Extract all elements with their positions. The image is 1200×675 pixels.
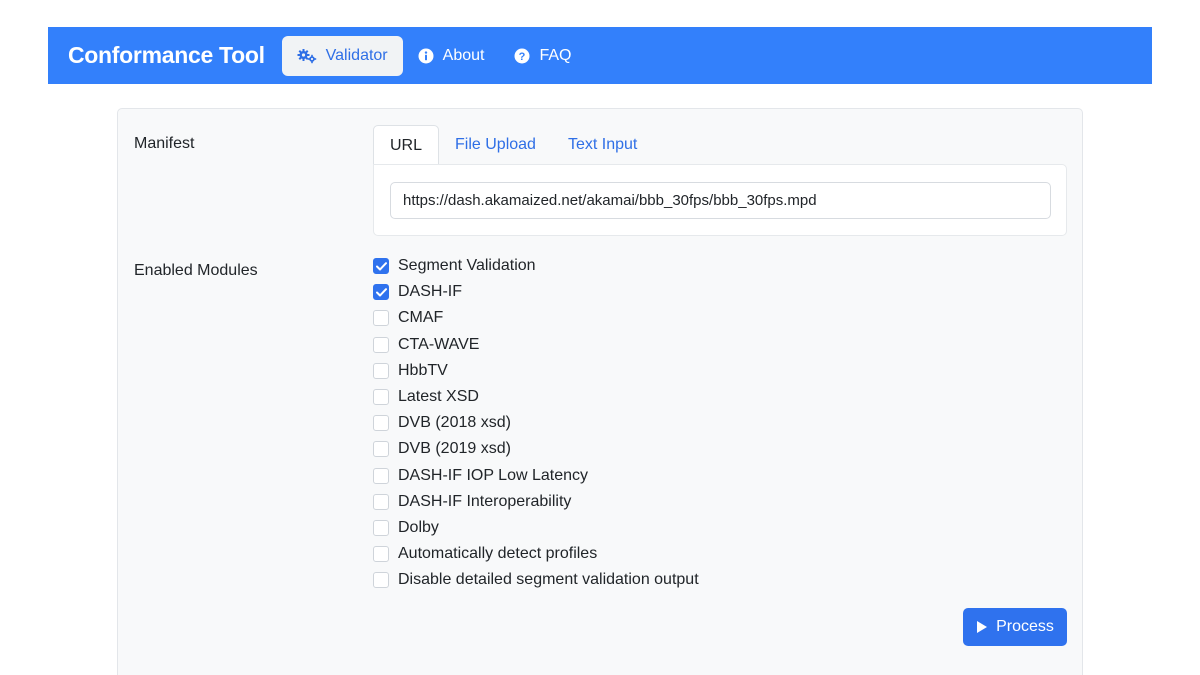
module-label: Latest XSD xyxy=(398,388,479,406)
enabled-modules-label: Enabled Modules xyxy=(134,262,258,279)
module-label: DASH-IF Interoperability xyxy=(398,492,572,510)
checkbox[interactable] xyxy=(373,519,389,536)
checkbox[interactable] xyxy=(373,389,389,406)
checkbox[interactable] xyxy=(373,415,389,432)
checkbox-checked[interactable] xyxy=(373,258,389,275)
checkbox[interactable] xyxy=(373,493,389,510)
checkbox-checked[interactable] xyxy=(373,284,389,301)
module-label: Disable detailed segment validation outp… xyxy=(398,571,699,589)
module-label: Segment Validation xyxy=(398,257,536,275)
module-item[interactable]: CTA-WAVE xyxy=(373,332,699,358)
tab-url[interactable]: URL xyxy=(373,125,440,165)
module-item[interactable]: DASH-IF xyxy=(373,279,699,305)
modules-checkbox-list: Segment Validation DASH-IF CMAF CTA-WAVE Hbb… xyxy=(373,253,699,593)
module-label: Automatically detect profiles xyxy=(398,545,598,563)
validator-form-card: Manifest URL File Upload Text Input Enab… xyxy=(117,108,1083,675)
gears-icon xyxy=(297,48,317,64)
module-item[interactable]: Latest XSD xyxy=(373,384,699,410)
process-button-label: Process xyxy=(996,618,1054,635)
module-label: DVB (2018 xsd) xyxy=(398,414,511,432)
play-icon xyxy=(976,620,988,634)
nav-faq-label: FAQ xyxy=(539,46,572,64)
checkbox[interactable] xyxy=(373,546,389,563)
module-item[interactable]: HbbTV xyxy=(373,358,699,384)
module-item[interactable]: Automatically detect profiles xyxy=(373,541,699,567)
manifest-url-input[interactable] xyxy=(390,182,1051,219)
module-label: DASH-IF IOP Low Latency xyxy=(398,466,588,484)
checkbox[interactable] xyxy=(373,362,389,379)
checkbox[interactable] xyxy=(373,467,389,484)
module-label: CMAF xyxy=(398,309,444,327)
module-label: DASH-IF xyxy=(398,283,462,301)
info-circle-icon xyxy=(418,48,434,64)
process-button[interactable]: Process xyxy=(963,608,1067,646)
checkbox[interactable] xyxy=(373,310,389,327)
module-item[interactable]: DVB (2019 xsd) xyxy=(373,436,699,462)
url-tab-panel xyxy=(373,164,1067,236)
checkbox[interactable] xyxy=(373,572,389,589)
nav-faq[interactable]: ? FAQ xyxy=(499,36,586,76)
module-label: HbbTV xyxy=(398,361,448,379)
checkbox[interactable] xyxy=(373,441,389,458)
nav-about[interactable]: About xyxy=(403,36,500,76)
check-icon xyxy=(375,261,387,271)
module-item[interactable]: DASH-IF IOP Low Latency xyxy=(373,463,699,489)
brand-title[interactable]: Conformance Tool xyxy=(68,42,265,69)
nav-validator-label: Validator xyxy=(325,46,388,64)
module-label: CTA-WAVE xyxy=(398,335,480,353)
question-circle-icon: ? xyxy=(514,48,530,64)
module-item[interactable]: DASH-IF Interoperability xyxy=(373,489,699,515)
module-item[interactable]: Dolby xyxy=(373,515,699,541)
module-label: DVB (2019 xsd) xyxy=(398,440,511,458)
svg-text:?: ? xyxy=(519,51,526,63)
tab-text-input[interactable]: Text Input xyxy=(552,125,653,165)
module-item[interactable]: Disable detailed segment validation outp… xyxy=(373,567,699,593)
module-item[interactable]: CMAF xyxy=(373,305,699,331)
nav-validator[interactable]: Validator xyxy=(281,35,403,76)
top-navbar: Conformance Tool Validator About ? FAQ xyxy=(48,27,1152,84)
nav-about-label: About xyxy=(442,46,485,64)
module-item[interactable]: DVB (2018 xsd) xyxy=(373,410,699,436)
module-label: Dolby xyxy=(398,518,439,536)
checkbox[interactable] xyxy=(373,336,389,353)
module-item[interactable]: Segment Validation xyxy=(373,253,699,279)
check-icon xyxy=(375,287,387,297)
tab-file-upload[interactable]: File Upload xyxy=(439,125,552,165)
manifest-label: Manifest xyxy=(134,135,195,152)
manifest-tabs: URL File Upload Text Input xyxy=(373,125,653,165)
